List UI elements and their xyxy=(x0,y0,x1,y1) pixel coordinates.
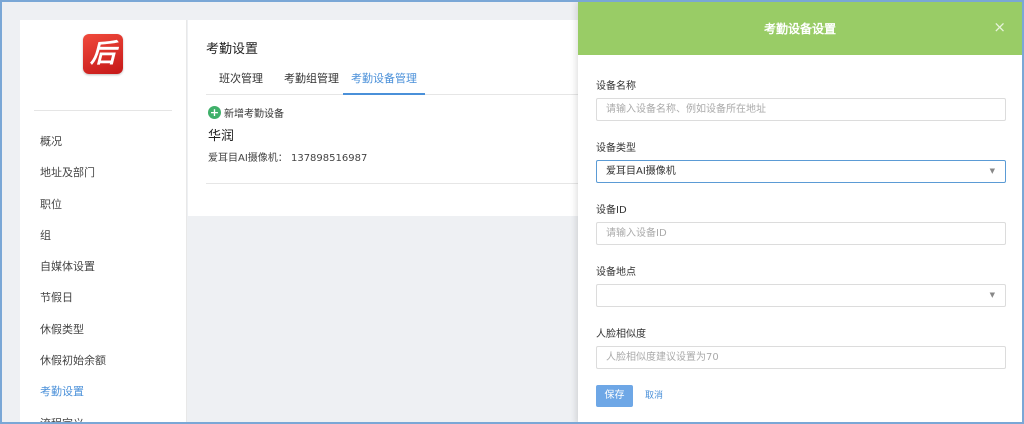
add-device-label: 新增考勤设备 xyxy=(224,109,284,120)
plus-circle-icon: + xyxy=(208,106,221,119)
face-similarity-label: 人脸相似度 xyxy=(596,329,646,340)
tab-attendance-group-management[interactable]: 考勤组管理 xyxy=(284,68,339,95)
close-icon[interactable]: × xyxy=(993,18,1006,36)
logo-glyph: 后 xyxy=(89,39,116,69)
sidebar-item-leave-types[interactable]: 休假类型 xyxy=(20,314,187,345)
main-content: 考勤设置 班次管理 考勤组管理 考勤设备管理 + 新增考勤设备 华润 爱耳目AI… xyxy=(188,20,588,216)
dialog-title: 考勤设备设置 xyxy=(763,22,836,36)
sidebar-item-workflow[interactable]: 流程定义 xyxy=(20,408,187,424)
device-id-label: 设备ID xyxy=(596,205,627,216)
sidebar-item-media-settings[interactable]: 自媒体设置 xyxy=(20,251,187,282)
device-settings-dialog: 考勤设备设置 × 设备名称 请输入设备名称、例如设备所在地址 设备类型 爱耳目A… xyxy=(578,2,1022,424)
tab-bar: 班次管理 考勤组管理 考勤设备管理 xyxy=(206,68,586,95)
device-name-input[interactable]: 请输入设备名称、例如设备所在地址 xyxy=(596,98,1006,121)
save-button[interactable]: 保存 xyxy=(596,385,633,407)
page-title: 考勤设置 xyxy=(206,42,259,57)
sidebar-item-group[interactable]: 组 xyxy=(20,220,187,251)
dropdown-caret-icon: ▼ xyxy=(989,291,995,299)
device-type-label: 设备类型 xyxy=(596,143,636,154)
sidebar-item-overview[interactable]: 概况 xyxy=(20,126,187,157)
content-divider xyxy=(206,183,588,184)
sidebar-item-holidays[interactable]: 节假日 xyxy=(20,282,187,313)
device-id-input[interactable]: 请输入设备ID xyxy=(596,222,1006,245)
sidebar-item-position[interactable]: 职位 xyxy=(20,189,187,220)
device-location-label: 设备地点 xyxy=(596,267,636,278)
device-group-name: 华润 xyxy=(208,129,235,144)
app-logo-icon[interactable]: 后 xyxy=(83,34,123,74)
sidebar-item-address-department[interactable]: 地址及部门 xyxy=(20,157,187,188)
device-name-label: 设备名称 xyxy=(596,81,636,92)
dialog-header: 考勤设备设置 × xyxy=(578,2,1022,55)
add-device-button[interactable]: + 新增考勤设备 xyxy=(208,105,284,120)
sidebar-menu: 概况 地址及部门 职位 组 自媒体设置 节假日 休假类型 休假初始余额 考勤设置… xyxy=(20,126,187,424)
cancel-button[interactable]: 取消 xyxy=(645,385,663,407)
dropdown-caret-icon: ▼ xyxy=(989,167,995,175)
device-type-value: 爱耳目AI摄像机 xyxy=(606,166,676,177)
face-similarity-input[interactable]: 人脸相似度建议设置为70 xyxy=(596,346,1006,369)
device-location-select[interactable]: ▼ xyxy=(596,284,1006,307)
sidebar-item-attendance-settings[interactable]: 考勤设置 xyxy=(20,376,187,407)
device-type-select[interactable]: 爱耳目AI摄像机 ▼ xyxy=(596,160,1006,183)
sidebar-divider xyxy=(34,110,172,111)
sidebar-item-leave-balance[interactable]: 休假初始余额 xyxy=(20,345,187,376)
sidebar: 后 概况 地址及部门 职位 组 自媒体设置 节假日 休假类型 休假初始余额 考勤… xyxy=(20,20,187,424)
device-info: 爱耳目AI摄像机： 137898516987 xyxy=(208,153,368,164)
tab-attendance-device-management[interactable]: 考勤设备管理 xyxy=(343,68,425,95)
tab-shift-management[interactable]: 班次管理 xyxy=(219,68,263,95)
